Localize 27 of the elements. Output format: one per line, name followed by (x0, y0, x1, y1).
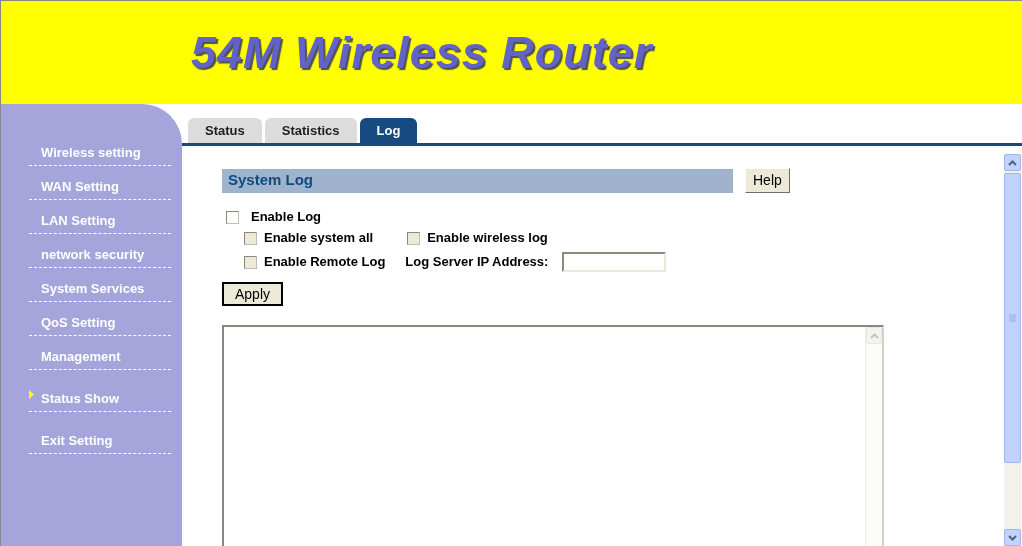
scrollbar[interactable] (865, 327, 882, 546)
sidebar-link[interactable]: network security (41, 247, 145, 262)
checkbox-label: Enable wireless log (427, 229, 548, 248)
apply-button[interactable]: Apply (222, 282, 284, 306)
sidebar-link[interactable]: Management (41, 349, 121, 364)
sidebar-link[interactable]: LAN Setting (41, 213, 116, 228)
sidebar-link[interactable]: WAN Setting (41, 179, 119, 194)
sidebar-link[interactable]: QoS Setting (41, 315, 116, 330)
section-title: System Log (228, 170, 314, 191)
scrollbar[interactable] (1004, 154, 1021, 546)
scroll-down-icon[interactable] (1004, 529, 1021, 546)
field-label: Log Server IP Address: (405, 253, 549, 272)
checkbox-label: Enable system all (264, 229, 374, 248)
checkbox[interactable] (226, 210, 239, 224)
scroll-thumb[interactable] (1004, 173, 1021, 463)
help-button[interactable]: Help (745, 168, 790, 193)
scroll-up-icon[interactable] (1004, 154, 1021, 171)
sidebar-link[interactable]: Status Show (41, 391, 119, 406)
sidebar-link[interactable]: Exit Setting (41, 433, 113, 448)
sidebar-link[interactable]: System Services (41, 281, 145, 296)
tab[interactable]: Log (359, 118, 418, 143)
checkbox-label: Enable Remote Log (264, 253, 386, 272)
tab[interactable]: Statistics (264, 118, 357, 143)
router-title: 54M Wireless Router (191, 25, 653, 80)
sidebar-link[interactable]: Wireless setting (41, 145, 141, 160)
tab[interactable]: Status (188, 118, 262, 143)
checkbox-label: Enable Log (251, 208, 322, 227)
